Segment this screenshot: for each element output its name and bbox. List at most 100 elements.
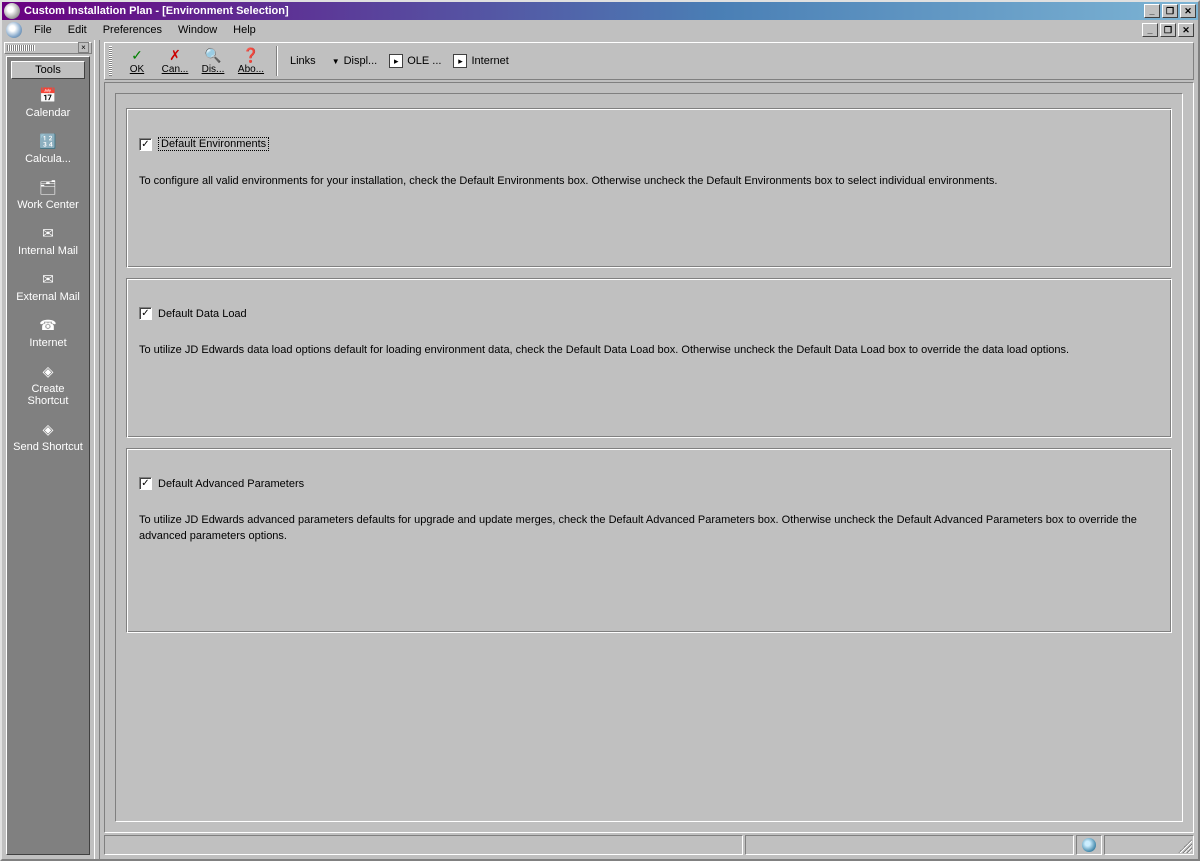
- grip-icon: [7, 45, 35, 51]
- tools-close-button[interactable]: ×: [78, 42, 89, 53]
- titlebar: Custom Installation Plan - [Environment …: [2, 2, 1198, 20]
- menu-help[interactable]: Help: [225, 22, 264, 38]
- checkbox-label: Default Advanced Parameters: [158, 478, 304, 490]
- checkbox-row: ✓ Default Data Load: [139, 307, 1159, 320]
- help-icon: ❓: [242, 48, 259, 64]
- mail-icon: ✉: [39, 271, 57, 287]
- app-system-icon[interactable]: [6, 22, 22, 38]
- default-advanced-params-checkbox[interactable]: ✓: [139, 477, 152, 490]
- tool-calendar[interactable]: 📅 Calendar: [13, 87, 83, 119]
- ok-button[interactable]: ✓ OK: [118, 44, 156, 78]
- status-globe-pane: [1076, 835, 1102, 855]
- body-area: × Tools 📅 Calendar 🔢 Calcula... 🗂 Work C…: [2, 40, 1198, 859]
- option-group-data-load: ✓ Default Data Load To utilize JD Edward…: [126, 278, 1172, 438]
- tool-label: Internal Mail: [18, 245, 78, 257]
- content-area: ✓ Default Environments To configure all …: [104, 82, 1194, 833]
- mdi-restore-button[interactable]: ❐: [1160, 23, 1176, 37]
- tools-dockbar[interactable]: ×: [4, 42, 92, 54]
- checkmark-icon: ✓: [131, 48, 143, 64]
- display-button[interactable]: 🔍 Dis...: [194, 44, 232, 78]
- default-environments-checkbox[interactable]: ✓: [139, 138, 152, 151]
- tools-header: Tools: [11, 61, 85, 79]
- resize-grip-icon[interactable]: [1178, 839, 1192, 853]
- tool-label: Send Shortcut: [13, 441, 83, 453]
- work-center-icon: 🗂: [39, 179, 57, 195]
- tool-internal-mail[interactable]: ✉ Internal Mail: [13, 225, 83, 257]
- tools-sidebar: × Tools 📅 Calendar 🔢 Calcula... 🗂 Work C…: [2, 40, 94, 859]
- shortcut-icon: ◈: [39, 421, 57, 437]
- cancel-button[interactable]: ✗ Can...: [156, 44, 194, 78]
- x-icon: ✗: [169, 48, 181, 64]
- mdi-window-controls: _ ❐ ✕: [1142, 23, 1194, 37]
- menu-file[interactable]: File: [26, 22, 60, 38]
- mail-icon: ✉: [39, 225, 57, 241]
- search-icon: 🔍: [204, 48, 221, 64]
- menu-preferences[interactable]: Preferences: [95, 22, 170, 38]
- link-ole[interactable]: ▸ OLE ...: [383, 54, 447, 68]
- mdi-minimize-button[interactable]: _: [1142, 23, 1158, 37]
- minimize-button[interactable]: _: [1144, 4, 1160, 18]
- tool-internet[interactable]: ☎ Internet: [13, 317, 83, 349]
- link-display[interactable]: ▼ Displ...: [322, 55, 384, 67]
- tools-panel: Tools 📅 Calendar 🔢 Calcula... 🗂 Work Cen…: [6, 56, 90, 855]
- tool-external-mail[interactable]: ✉ External Mail: [13, 271, 83, 303]
- close-button[interactable]: ✕: [1180, 4, 1196, 18]
- status-pane: [104, 835, 743, 855]
- maximize-button[interactable]: ❐: [1162, 4, 1178, 18]
- button-label: Can...: [162, 64, 189, 75]
- app-icon: [4, 3, 20, 19]
- checkbox-row: ✓ Default Environments: [139, 137, 1159, 151]
- checkbox-row: ✓ Default Advanced Parameters: [139, 477, 1159, 490]
- tool-label: External Mail: [16, 291, 80, 303]
- link-internet[interactable]: ▸ Internet: [447, 54, 514, 68]
- toolbar-grip-icon: [109, 46, 112, 76]
- tool-work-center[interactable]: 🗂 Work Center: [13, 179, 83, 211]
- window-title: Custom Installation Plan - [Environment …: [24, 5, 1144, 17]
- tool-label: Calcula...: [25, 153, 71, 165]
- links-text: Links: [290, 55, 316, 67]
- button-label: Abo...: [238, 64, 264, 75]
- toolbar: ✓ OK ✗ Can... 🔍 Dis... ❓ Abo... Link: [104, 42, 1194, 80]
- link-icon: ▸: [453, 54, 467, 68]
- option-group-advanced-params: ✓ Default Advanced Parameters To utilize…: [126, 448, 1172, 633]
- tool-label: Create Shortcut: [13, 383, 83, 407]
- tool-label: Work Center: [17, 199, 79, 211]
- checkbox-label: Default Data Load: [158, 308, 247, 320]
- about-button[interactable]: ❓ Abo...: [232, 44, 270, 78]
- calculator-icon: 🔢: [39, 133, 57, 149]
- calendar-icon: 📅: [39, 87, 57, 103]
- status-pane: [1104, 835, 1194, 855]
- links-label: Links: [284, 55, 322, 67]
- phone-icon: ☎: [39, 317, 57, 333]
- dropdown-icon: ▼: [332, 57, 340, 66]
- default-data-load-checkbox[interactable]: ✓: [139, 307, 152, 320]
- content-inner: ✓ Default Environments To configure all …: [115, 93, 1183, 822]
- tool-create-shortcut[interactable]: ◈ Create Shortcut: [13, 363, 83, 407]
- tool-calculator[interactable]: 🔢 Calcula...: [13, 133, 83, 165]
- tool-label: Internet: [29, 337, 66, 349]
- main-area: ✓ OK ✗ Can... 🔍 Dis... ❓ Abo... Link: [100, 40, 1198, 859]
- link-label: OLE ...: [407, 55, 441, 67]
- menubar: File Edit Preferences Window Help _ ❐ ✕: [2, 20, 1198, 40]
- checkbox-label: Default Environments: [158, 137, 269, 151]
- link-label: Internet: [471, 55, 508, 67]
- mdi-close-button[interactable]: ✕: [1178, 23, 1194, 37]
- menu-edit[interactable]: Edit: [60, 22, 95, 38]
- separator: [276, 46, 278, 76]
- statusbar: [104, 835, 1194, 857]
- app-window: Custom Installation Plan - [Environment …: [0, 0, 1200, 861]
- link-label: Displ...: [344, 55, 378, 67]
- option-description: To configure all valid environments for …: [139, 173, 1159, 189]
- status-pane: [745, 835, 1074, 855]
- tool-send-shortcut[interactable]: ◈ Send Shortcut: [13, 421, 83, 453]
- globe-icon: [1082, 838, 1096, 852]
- shortcut-icon: ◈: [39, 363, 57, 379]
- option-description: To utilize JD Edwards advanced parameter…: [139, 512, 1159, 544]
- tool-label: Calendar: [26, 107, 71, 119]
- link-icon: ▸: [389, 54, 403, 68]
- menu-window[interactable]: Window: [170, 22, 225, 38]
- button-label: Dis...: [202, 64, 225, 75]
- button-label: OK: [130, 64, 144, 75]
- option-group-environments: ✓ Default Environments To configure all …: [126, 108, 1172, 268]
- option-description: To utilize JD Edwards data load options …: [139, 342, 1159, 358]
